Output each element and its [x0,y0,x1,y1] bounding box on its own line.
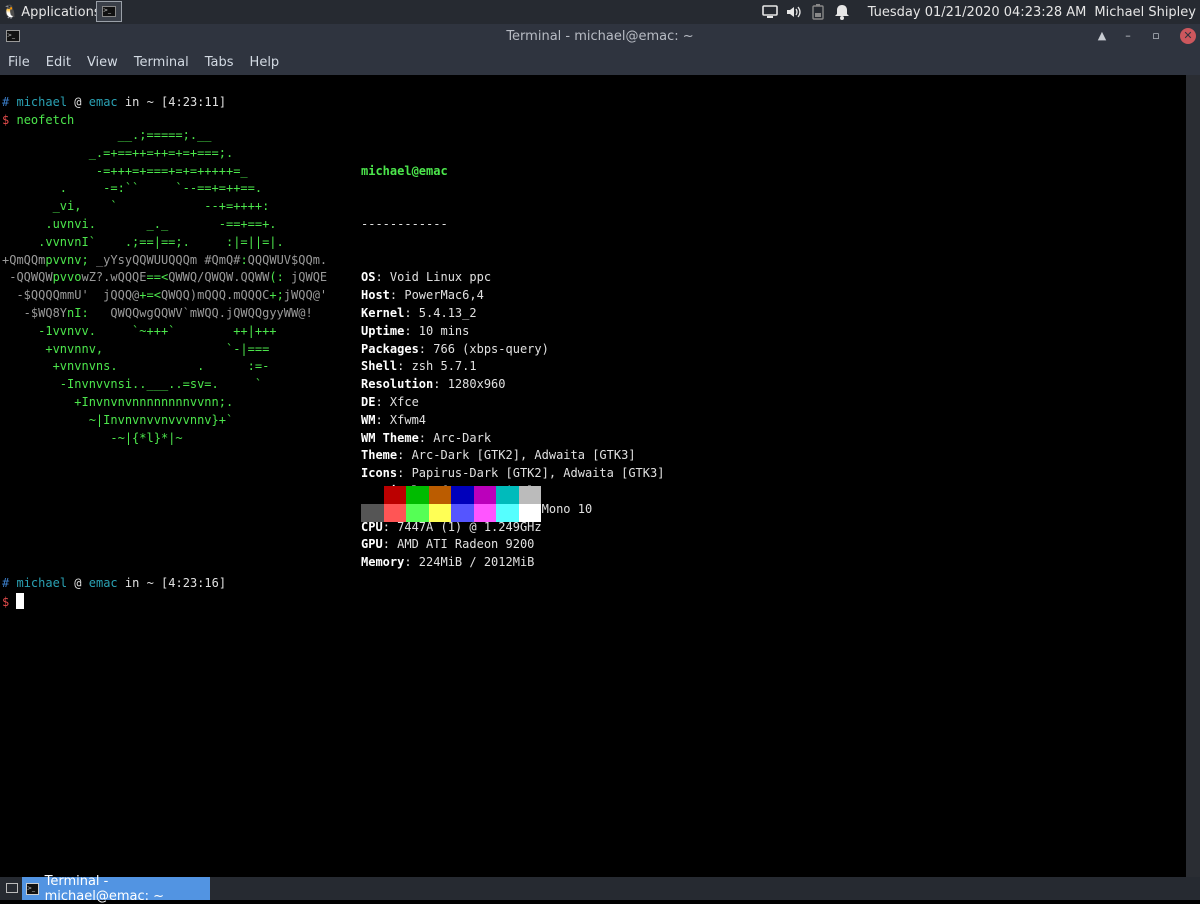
menu-terminal[interactable]: Terminal [126,55,197,70]
info-row: Kernel: 5.4.13_2 [361,305,477,320]
menu-edit[interactable]: Edit [38,55,79,70]
user-name[interactable]: Michael Shipley [1094,5,1196,20]
color-swatch [406,503,429,522]
logo-line: -QQWQWpvvowZ?.wQQQE==<QWWQ/QWQW.QQWW(: j… [2,270,328,285]
logo-line: . -=:`` `--==+=++==. [2,181,263,196]
clock[interactable]: Tuesday 01/21/2020 04:23:28 AM [868,5,1087,20]
info-row: Icons: Papirus-Dark [GTK2], Adwaita [GTK… [361,466,665,481]
palette-bright-row [361,503,541,522]
info-header: michael@emac [361,163,448,178]
menu-bar: File Edit View Terminal Tabs Help [0,49,1200,75]
maximize-button[interactable]: ▫ [1148,28,1164,44]
workspace-window-thumb[interactable]: >_ [96,1,122,22]
logo-line: -$QQQQmmU' jQQQ@+=<QWQQ)mQQQ.mQQQC+;jWQQ… [2,288,328,303]
color-swatch [383,503,406,522]
taskbar-terminal-button[interactable]: >_ Terminal - michael@emac: ~ [22,874,210,904]
minimize-button[interactable]: – [1120,28,1136,44]
shade-button[interactable]: ▲ [1094,28,1110,44]
tux-icon: 🐧 [2,4,19,20]
color-swatch [406,486,429,504]
show-desktop-icon[interactable] [6,883,18,893]
battery-icon[interactable] [810,4,826,20]
logo-line: .vvnvnI` .;==|==;. :|=||=|. [2,234,284,249]
display-icon[interactable] [761,4,778,20]
info-row: Shell: zsh 5.7.1 [361,359,477,374]
terminal-scrollbar[interactable] [1186,75,1200,877]
color-swatch [451,486,474,504]
logo-line: -1vvnvv. `~+++` ++|+++ [2,323,277,338]
input-line[interactable]: $ [2,593,25,612]
info-row: Uptime: 10 mins [361,323,470,338]
close-button[interactable]: ✕ [1180,28,1196,44]
menu-view[interactable]: View [79,55,126,70]
logo-line: ~|Invnvnvvnvvvnnv}+` [2,412,234,427]
info-row: WM: Xfwm4 [361,412,427,427]
volume-icon[interactable] [786,4,802,20]
logo-line: _.=+==++=++=+=+===;. [2,145,234,160]
window-title: Terminal - michael@emac: ~ [506,29,694,44]
info-row: GPU: AMD ATI Radeon 9200 [361,537,535,552]
info-row: Packages: 766 (xbps-query) [361,341,549,356]
bell-icon[interactable] [834,4,850,20]
info-row: Theme: Arc-Dark [GTK2], Adwaita [GTK3] [361,448,636,463]
logo-line: -~|{*l}*|~ [2,430,183,445]
applications-menu-button[interactable]: 🐧 Applications [2,2,101,22]
color-swatch [496,486,519,504]
menu-file[interactable]: File [0,55,38,70]
logo-line: .uvnvi. _._ -==+==+. [2,216,277,231]
info-row: WM Theme: Arc-Dark [361,430,492,445]
logo-line: +vnvnvns. . :=- [2,359,270,374]
terminal-area[interactable]: # michael @ emac in ~ [4:23:11] $ neofet… [0,75,1186,877]
info-row: Resolution: 1280x960 [361,377,506,392]
color-swatch [361,503,384,522]
info-separator: ------------ [361,216,448,231]
window-title-bar[interactable]: >_ Terminal - michael@emac: ~ ▲ – ▫ ✕ [0,24,1200,49]
logo-line: +Invnvnvnnnnnnnnvvnn;. [2,394,234,409]
logo-line: +vnvnnv, `-|=== [2,341,270,356]
palette-normal-row [361,486,541,504]
color-swatch [428,486,451,504]
terminal-icon: >_ [26,882,39,895]
terminal-icon: >_ [102,6,116,17]
logo-line: +QmQQmpvvnv; _yYsyQQWUUQQQm #QmQ#:QQQWUV… [2,252,328,267]
info-row: Memory: 224MiB / 2012MiB [361,555,535,570]
info-row: DE: Xfce [361,394,419,409]
prompt-line-2: # michael @ emac in ~ [4:23:16] [2,576,227,590]
bottom-panel: >_ Terminal - michael@emac: ~ [0,874,1200,904]
info-row: OS: Void Linux ppc [361,270,492,285]
color-swatch [518,503,541,522]
color-swatch [451,503,474,522]
color-swatch [428,503,451,522]
menu-help[interactable]: Help [242,55,288,70]
color-swatch [518,486,541,504]
logo-line: -=+++=+===+=+=+++++=_ [2,163,248,178]
logo-line: _vi, ` --+=++++: [2,199,270,214]
taskbar-label: Terminal - michael@emac: ~ [44,873,165,904]
neofetch-logo: __.;=====;.__ _.=+==++=++=+=+===;. -=+++… [2,127,327,447]
text-cursor [16,593,25,609]
menu-tabs[interactable]: Tabs [197,55,242,70]
info-row: Host: PowerMac6,4 [361,288,484,303]
color-palette [361,486,541,522]
logo-line: -Invnvvnsi..___..=sv=. ` [2,377,263,392]
logo-line: -$WQ8YnI: QWQQwgQQWV`mWQQ.jQWQQgyyWW@! [2,305,313,320]
color-swatch [361,486,384,504]
applications-label: Applications [21,4,101,20]
system-tray: Tuesday 01/21/2020 04:23:28 AM Michael S… [761,0,1200,24]
color-swatch [473,503,496,522]
color-swatch [473,486,496,504]
top-panel: 🐧 Applications >_ Tuesday 01/21/2020 04:… [0,0,1200,24]
color-swatch [496,503,519,522]
prompt-line-1: # michael @ emac in ~ [4:23:11] [2,95,227,109]
logo-line: __.;=====;.__ [2,128,212,142]
color-swatch [383,486,406,504]
